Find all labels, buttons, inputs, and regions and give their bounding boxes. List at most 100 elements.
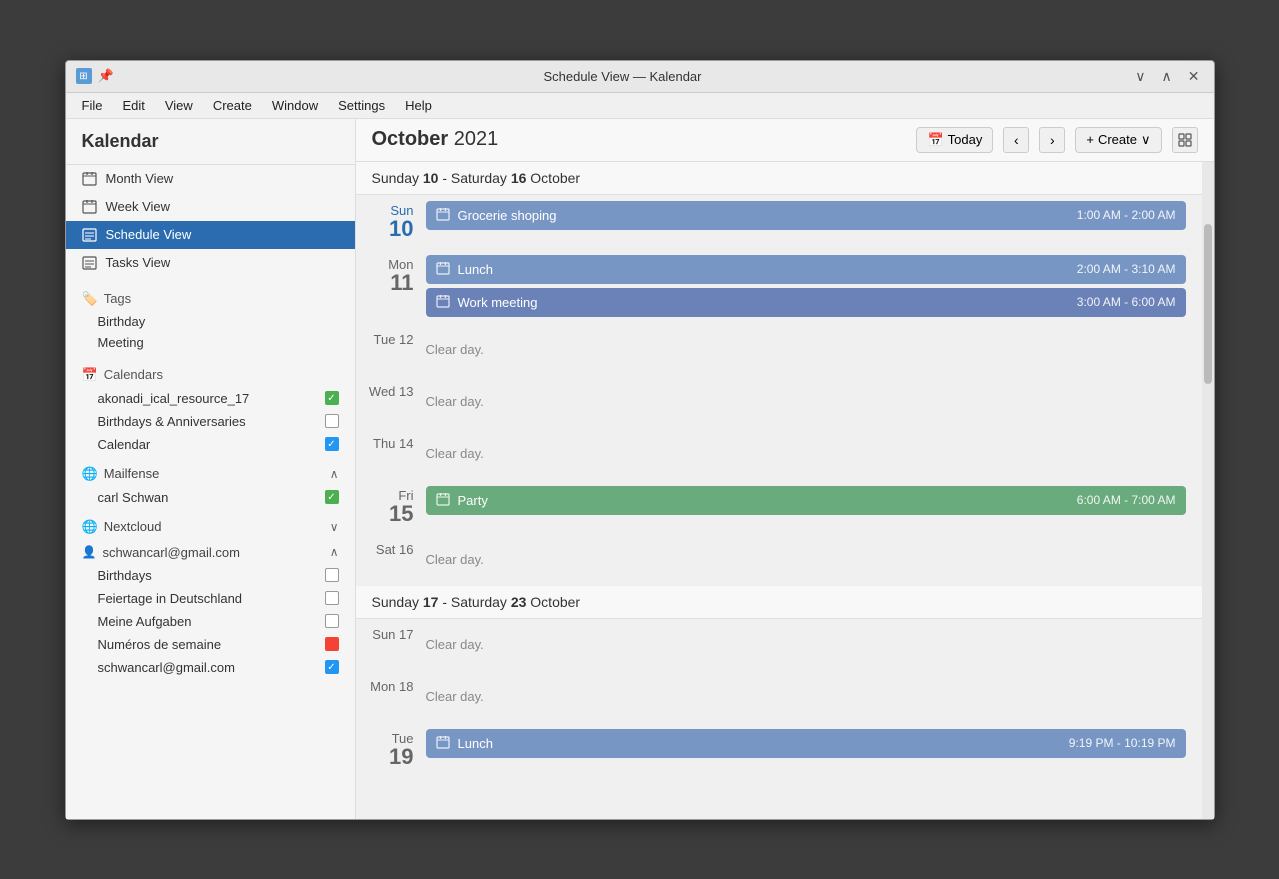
day-name-wed13: Wed bbox=[369, 384, 399, 399]
event-work-meeting-name: Work meeting bbox=[458, 295, 1069, 310]
gmail-feiertage[interactable]: Feiertage in Deutschland bbox=[66, 587, 355, 610]
menu-settings[interactable]: Settings bbox=[330, 95, 393, 116]
nav-schedule-view-label: Schedule View bbox=[106, 227, 192, 242]
scrollbar-thumb[interactable] bbox=[1204, 224, 1212, 384]
day-row-sun17: Sun 17 Clear day. bbox=[356, 619, 1202, 671]
tag-meeting[interactable]: Meeting bbox=[66, 332, 355, 353]
day-num-sat16: 16 bbox=[399, 542, 413, 557]
today-cal-icon: 📅 bbox=[927, 132, 943, 148]
calendar-calendar-checkbox[interactable]: ✓ bbox=[325, 437, 339, 451]
nav-tasks-view[interactable]: Tasks View bbox=[66, 249, 355, 277]
day-label-wed13: Wed 13 bbox=[356, 376, 426, 407]
schedule-scroll-area[interactable]: Sunday 10 - Saturday 16 October Sun 10 bbox=[356, 162, 1202, 819]
week1-header: Sunday 10 - Saturday 16 October bbox=[356, 162, 1202, 195]
calendar-birthdays-anniversaries[interactable]: Birthdays & Anniversaries bbox=[66, 410, 355, 433]
day-label-sat16: Sat 16 bbox=[356, 534, 426, 565]
menu-window[interactable]: Window bbox=[264, 95, 326, 116]
calendar-akonadi-checkbox[interactable]: ✓ bbox=[325, 391, 339, 405]
day-num-mon11: 11 bbox=[356, 272, 414, 294]
event-lunch-tue-icon bbox=[436, 735, 450, 752]
clear-day-thu14: Clear day. bbox=[426, 434, 1186, 473]
event-work-meeting-time: 3:00 AM - 6:00 AM bbox=[1077, 295, 1176, 309]
calendars-icon: 📅 bbox=[82, 367, 98, 383]
pin-icon: 📌 bbox=[98, 68, 114, 84]
menu-file[interactable]: File bbox=[74, 95, 111, 116]
tag-birthday[interactable]: Birthday bbox=[66, 311, 355, 332]
menu-create[interactable]: Create bbox=[205, 95, 260, 116]
day-num-sun17: 17 bbox=[399, 627, 413, 642]
calendar-calendar[interactable]: Calendar ✓ bbox=[66, 433, 355, 456]
calendar-akonadi[interactable]: akonadi_ical_resource_17 ✓ bbox=[66, 387, 355, 410]
mailfense-icon: 🌐 bbox=[82, 466, 98, 482]
create-button[interactable]: + Create ∨ bbox=[1075, 127, 1161, 153]
nav-month-view[interactable]: Month View bbox=[66, 165, 355, 193]
gmail-schwancarl-checkbox[interactable]: ✓ bbox=[325, 660, 339, 674]
event-lunch-mon-time: 2:00 AM - 3:10 AM bbox=[1077, 262, 1176, 276]
mailfense-collapse[interactable]: ∧ bbox=[330, 467, 339, 481]
gmail-birthdays[interactable]: Birthdays bbox=[66, 564, 355, 587]
day-events-fri15: Party 6:00 AM - 7:00 AM bbox=[426, 480, 1202, 521]
calendar-birthdays-anniversaries-label: Birthdays & Anniversaries bbox=[98, 414, 246, 429]
month-label: October bbox=[372, 128, 449, 150]
event-grocerie-icon bbox=[436, 207, 450, 224]
week2-start-bold: 17 bbox=[423, 594, 439, 610]
event-lunch-tue-name: Lunch bbox=[458, 736, 1061, 751]
day-events-sun10: Grocerie shoping 1:00 AM - 2:00 AM bbox=[426, 195, 1202, 236]
scrollbar[interactable] bbox=[1202, 162, 1214, 819]
day-row-fri15: Fri 15 bbox=[356, 480, 1202, 534]
week2-end-bold: 23 bbox=[511, 594, 527, 610]
gmail-collapse[interactable]: ∧ bbox=[330, 545, 339, 559]
gmail-meine-checkbox[interactable] bbox=[325, 614, 339, 628]
event-party-time: 6:00 AM - 7:00 AM bbox=[1077, 493, 1176, 507]
gmail-numeros[interactable]: Numéros de semaine bbox=[66, 633, 355, 656]
close-button[interactable]: ✕ bbox=[1184, 68, 1204, 85]
gmail-schwancarl[interactable]: schwancarl@gmail.com ✓ bbox=[66, 656, 355, 679]
event-lunch-mon[interactable]: Lunch 2:00 AM - 3:10 AM bbox=[426, 255, 1186, 284]
clear-day-sat16: Clear day. bbox=[426, 540, 1186, 579]
mailfense-carl[interactable]: carl Schwan ✓ bbox=[66, 486, 355, 509]
view-toggle-button[interactable] bbox=[1172, 127, 1198, 153]
event-work-meeting[interactable]: Work meeting 3:00 AM - 6:00 AM bbox=[426, 288, 1186, 317]
gmail-numeros-checkbox[interactable] bbox=[325, 637, 339, 651]
gmail-section[interactable]: 👤 schwancarl@gmail.com ∧ bbox=[66, 539, 355, 564]
gmail-birthdays-checkbox[interactable] bbox=[325, 568, 339, 582]
week-view-icon bbox=[82, 199, 98, 215]
nav-week-view-label: Week View bbox=[106, 199, 171, 214]
calendar-birthdays-checkbox[interactable] bbox=[325, 414, 339, 428]
nav-month-view-label: Month View bbox=[106, 171, 174, 186]
gmail-schwancarl-label: schwancarl@gmail.com bbox=[98, 660, 235, 675]
minimize-button[interactable]: ∨ bbox=[1131, 68, 1149, 85]
event-lunch-tue-time: 9:19 PM - 10:19 PM bbox=[1069, 736, 1176, 750]
gmail-feiertage-checkbox[interactable] bbox=[325, 591, 339, 605]
event-grocerie-shoping[interactable]: Grocerie shoping 1:00 AM - 2:00 AM bbox=[426, 201, 1186, 230]
event-lunch-mon-name: Lunch bbox=[458, 262, 1069, 277]
nextcloud-section[interactable]: 🌐 Nextcloud ∨ bbox=[66, 513, 355, 539]
titlebar: ⊞ 📌 Schedule View — Kalendar ∨ ∧ ✕ bbox=[66, 61, 1214, 93]
event-lunch-tue[interactable]: Lunch 9:19 PM - 10:19 PM bbox=[426, 729, 1186, 758]
day-row-thu14: Thu 14 Clear day. bbox=[356, 428, 1202, 480]
event-party-icon bbox=[436, 492, 450, 509]
event-lunch-icon bbox=[436, 261, 450, 278]
prev-button[interactable]: ‹ bbox=[1003, 127, 1029, 153]
nextcloud-collapse[interactable]: ∨ bbox=[330, 520, 339, 534]
gmail-icon: 👤 bbox=[82, 545, 97, 559]
nav-week-view[interactable]: Week View bbox=[66, 193, 355, 221]
menu-view[interactable]: View bbox=[157, 95, 201, 116]
mailfense-carl-checkbox[interactable]: ✓ bbox=[325, 490, 339, 504]
next-button[interactable]: › bbox=[1039, 127, 1065, 153]
gmail-meine-aufgaben[interactable]: Meine Aufgaben bbox=[66, 610, 355, 633]
sidebar-app-name: Kalendar bbox=[66, 119, 355, 165]
maximize-button[interactable]: ∧ bbox=[1158, 68, 1176, 85]
today-button[interactable]: 📅 Today bbox=[916, 127, 993, 153]
day-row-mon18: Mon 18 Clear day. bbox=[356, 671, 1202, 723]
app-icon: ⊞ bbox=[76, 68, 92, 84]
menu-help[interactable]: Help bbox=[397, 95, 440, 116]
gmail-feiertage-label: Feiertage in Deutschland bbox=[98, 591, 243, 606]
menu-edit[interactable]: Edit bbox=[114, 95, 152, 116]
event-party[interactable]: Party 6:00 AM - 7:00 AM bbox=[426, 486, 1186, 515]
mailfense-section[interactable]: 🌐 Mailfense ∧ bbox=[66, 460, 355, 486]
sidebar: Kalendar Month View bbox=[66, 119, 356, 819]
calendars-section-header: 📅 Calendars bbox=[66, 359, 355, 387]
gmail-birthdays-label: Birthdays bbox=[98, 568, 152, 583]
nav-schedule-view[interactable]: Schedule View bbox=[66, 221, 355, 249]
